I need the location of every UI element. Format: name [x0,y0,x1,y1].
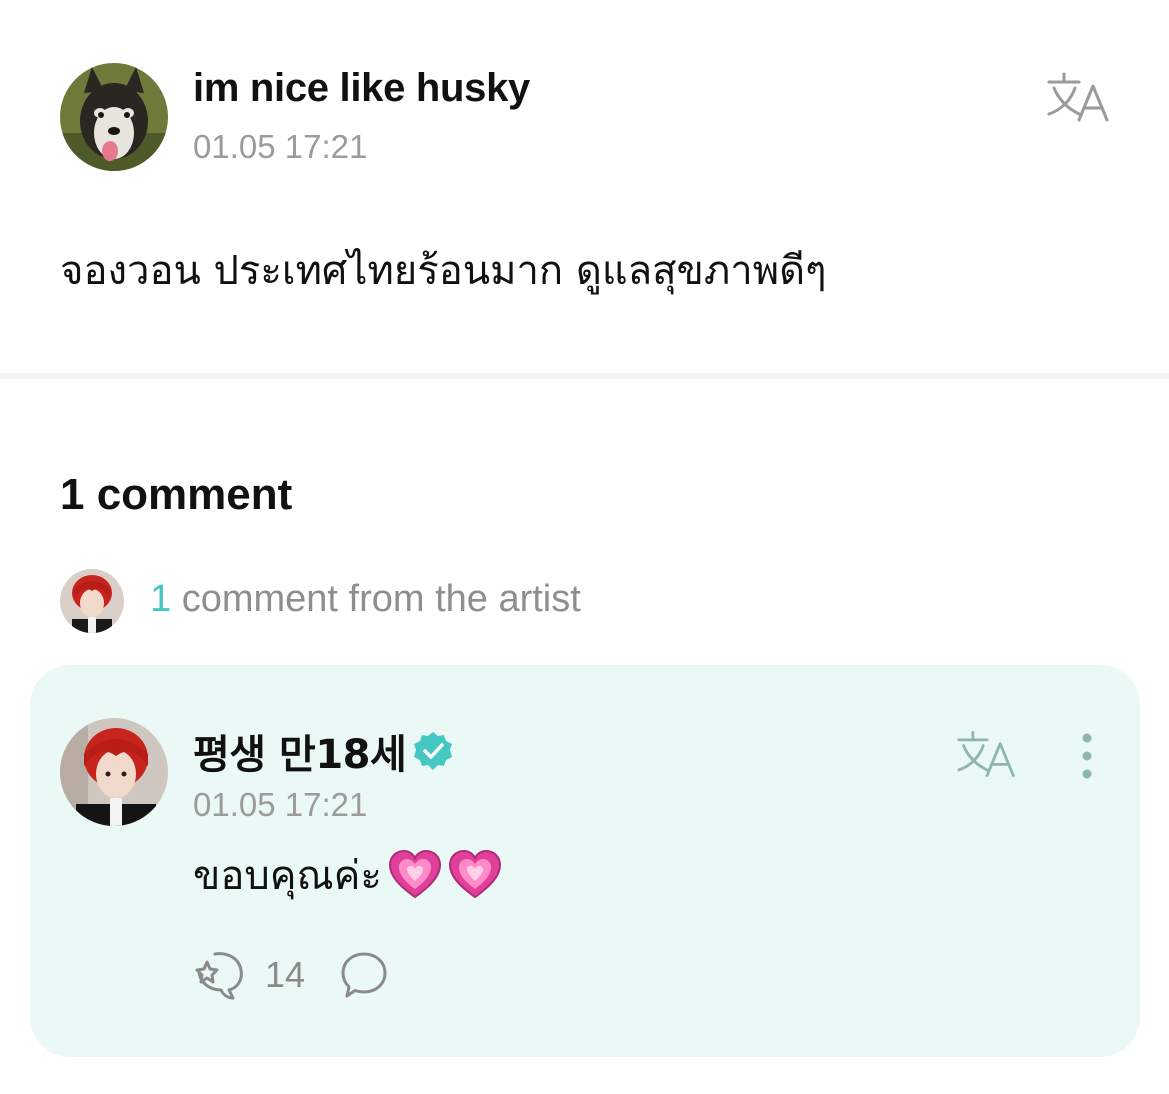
comment-author-avatar[interactable] [60,718,168,826]
heart-emoji [388,849,441,899]
comment-author-name[interactable]: 평생 만18세 [193,722,407,780]
translate-icon[interactable] [955,728,1019,780]
post-timestamp: 01.05 17:21 [193,128,368,165]
comment-text: ขอบคุณค่ะ [193,853,382,899]
comments-count-heading: 1 comment [60,470,293,519]
artist-comment-label: comment from the artist [171,578,581,620]
reply-bubble-icon[interactable] [339,950,389,1000]
translate-icon[interactable] [1045,70,1113,124]
like-count: 14 [265,954,306,995]
post-body-text: จองวอน ประเทศไทยร้อนมาก ดูแลสุขภาพดีๆ [60,248,827,294]
heart-emoji [448,849,501,899]
post-author-avatar[interactable] [60,63,168,171]
post-author-name[interactable]: im nice like husky [193,66,530,111]
artist-avatar-small [60,569,124,633]
artist-comment-count: 1 [150,578,172,620]
comment-timestamp: 01.05 17:21 [193,786,368,823]
section-divider [0,373,1169,379]
verified-badge-icon [414,732,453,770]
comment-author-row: 평생 만18세 [193,722,454,780]
comment-actions: 14 [193,948,389,1002]
more-vertical-icon[interactable] [1072,730,1102,786]
artist-comments-link[interactable]: 1 comment from the artist [150,578,581,621]
like-icon[interactable] [193,948,247,1002]
comment-body: ขอบคุณค่ะ [193,843,502,907]
